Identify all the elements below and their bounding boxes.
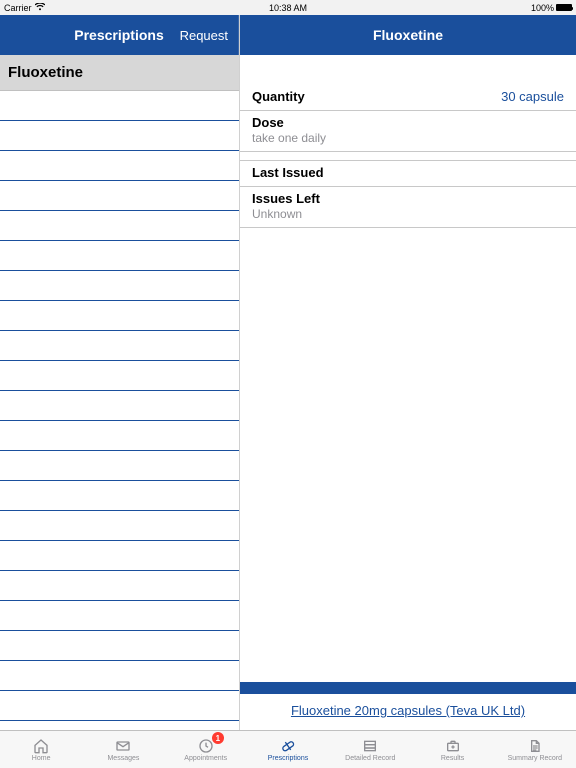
list-item[interactable] [0, 451, 239, 481]
list-item[interactable] [0, 121, 239, 151]
tab-messages[interactable]: Messages [82, 731, 164, 768]
tab-results[interactable]: Results [411, 731, 493, 768]
battery-pct: 100% [531, 3, 554, 13]
list-item[interactable] [0, 331, 239, 361]
list-item[interactable] [0, 271, 239, 301]
tab-bar: Home Messages 1 Appointments Prescriptio… [0, 730, 576, 768]
list-item[interactable] [0, 601, 239, 631]
dose-value: take one daily [252, 131, 564, 145]
request-button[interactable]: Request [180, 28, 228, 43]
prescription-list[interactable]: Fluoxetine [0, 55, 239, 730]
divider-strip [240, 682, 576, 694]
left-pane: Prescriptions Request Fluoxetine [0, 15, 240, 730]
list-item[interactable] [0, 391, 239, 421]
list-item[interactable] [0, 421, 239, 451]
quantity-value: 30 capsule [501, 89, 564, 104]
medkit-icon [444, 738, 462, 754]
right-nav-title: Fluoxetine [240, 27, 576, 43]
tab-prescriptions[interactable]: Prescriptions [247, 731, 329, 768]
list-item[interactable] [0, 361, 239, 391]
list-item[interactable] [0, 181, 239, 211]
document-icon [526, 738, 544, 754]
detail-issues-left: Issues Left Unknown [240, 187, 576, 228]
tab-label: Prescriptions [268, 755, 308, 762]
quantity-label: Quantity [252, 89, 305, 104]
tab-label: Detailed Record [345, 755, 395, 762]
list-item[interactable] [0, 91, 239, 121]
tab-label: Summary Record [508, 755, 562, 762]
detail-quantity: Quantity 30 capsule [240, 85, 576, 111]
list-item[interactable] [0, 571, 239, 601]
tab-home[interactable]: Home [0, 731, 82, 768]
tab-label: Results [441, 755, 464, 762]
wifi-icon [35, 3, 45, 13]
battery-icon [556, 4, 572, 11]
list-item[interactable] [0, 211, 239, 241]
list-item[interactable] [0, 481, 239, 511]
list-item[interactable] [0, 511, 239, 541]
detail-dose: Dose take one daily [240, 111, 576, 152]
tab-detailed-record[interactable]: Detailed Record [329, 731, 411, 768]
list-item[interactable]: Fluoxetine [0, 55, 239, 91]
appointments-badge: 1 [212, 732, 224, 744]
footer-link-row: Fluoxetine 20mg capsules (Teva UK Ltd) [240, 694, 576, 730]
list-item[interactable] [0, 241, 239, 271]
detail-last-issued: Last Issued [240, 160, 576, 187]
list-item[interactable] [0, 691, 239, 721]
tab-label: Messages [107, 755, 139, 762]
status-bar: Carrier 10:38 AM 100% [0, 0, 576, 15]
right-pane: Fluoxetine Quantity 30 capsule Dose take… [240, 15, 576, 730]
envelope-icon [114, 738, 132, 754]
drawer-icon [361, 738, 379, 754]
issues-left-value: Unknown [252, 207, 564, 221]
list-item[interactable] [0, 151, 239, 181]
carrier-label: Carrier [4, 3, 32, 13]
dose-label: Dose [252, 115, 284, 130]
list-item[interactable] [0, 631, 239, 661]
home-icon [32, 738, 50, 754]
list-item-label: Fluoxetine [8, 64, 83, 81]
issues-left-label: Issues Left [252, 191, 320, 206]
last-issued-label: Last Issued [252, 165, 324, 180]
tab-summary-record[interactable]: Summary Record [494, 731, 576, 768]
tab-label: Appointments [184, 755, 227, 762]
left-nav-bar: Prescriptions Request [0, 15, 239, 55]
tab-label: Home [32, 755, 51, 762]
list-item[interactable] [0, 301, 239, 331]
pill-icon [279, 738, 297, 754]
tab-appointments[interactable]: 1 Appointments [165, 731, 247, 768]
list-item[interactable] [0, 541, 239, 571]
right-nav-bar: Fluoxetine [240, 15, 576, 55]
list-item[interactable] [0, 661, 239, 691]
detail-list: Quantity 30 capsule Dose take one daily … [240, 85, 576, 682]
medication-link[interactable]: Fluoxetine 20mg capsules (Teva UK Ltd) [291, 703, 525, 718]
